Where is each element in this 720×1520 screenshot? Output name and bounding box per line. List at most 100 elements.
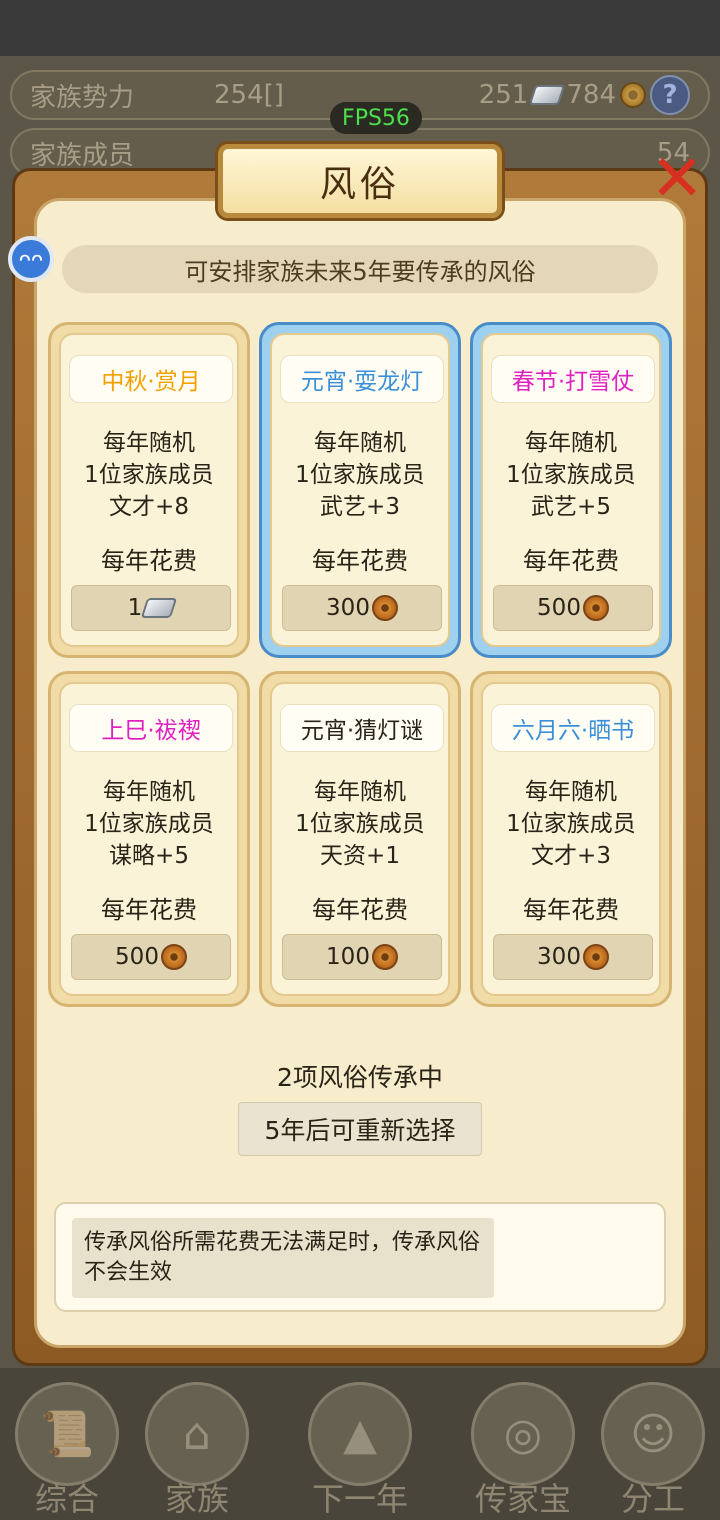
note-text: 传承风俗所需花费无法满足时，传承风俗不会生效 [72,1218,494,1298]
cost-label: 每年花费 [523,896,619,924]
custom-card[interactable]: 中秋·赏月每年随机 1位家族成员 文才+8 每年花费 1 [48,322,250,658]
cost-value: 500 [115,944,159,970]
cost-label: 每年花费 [101,896,197,924]
status-bar [0,0,720,56]
custom-effect-line: 每年随机 [525,779,617,805]
custom-effect: 每年随机 1位家族成员 文才+3 [483,776,659,872]
custom-effect: 每年随机 1位家族成员 文才+8 [61,427,237,523]
nav-label: 综合 [34,1480,99,1518]
custom-card-body: 元宵·猜灯谜每年随机 1位家族成员 天资+1 每年花费 100 [270,682,450,996]
copper-coin-icon [160,944,187,970]
custom-effect-line: 1位家族成员 [84,462,214,488]
cost-box: 300 [493,934,653,980]
custom-effect-line: 1位家族成员 [506,811,636,837]
cost-label: 每年花费 [312,547,408,575]
custom-card-body: 六月六·晒书每年随机 1位家族成员 文才+3 每年花费 300 [481,682,661,996]
nav-label: 传家宝 [474,1480,571,1518]
nav-item-heirloom[interactable]: ◎ 传家宝 [458,1368,588,1520]
copper-coin-icon [582,595,609,621]
cost-box: 500 [71,934,231,980]
silver-ingot-icon [141,598,178,618]
cost-label: 每年花费 [101,547,197,575]
cost-box: 300 [282,585,442,631]
custom-effect-bonus: 武艺+3 [320,494,400,520]
family-members-label: 家族成员 [30,140,135,171]
custom-effect-line: 每年随机 [103,430,195,456]
cost-value: 300 [537,944,581,970]
cost-label: 每年花费 [523,547,619,575]
custom-effect-line: 每年随机 [314,779,406,805]
cost-box: 500 [493,585,653,631]
nav-label: 家族 [164,1480,229,1518]
family-power-label: 家族势力 [30,82,135,113]
cost-value: 100 [326,944,370,970]
custom-card-body: 春节·打雪仗每年随机 1位家族成员 武艺+5 每年花费 500 [481,333,661,647]
house-icon: ⌂ [145,1382,249,1486]
help-icon[interactable]: ? [650,75,690,115]
note-box: 传承风俗所需花费无法满足时，传承风俗不会生效 [54,1202,666,1312]
custom-effect-line: 1位家族成员 [295,811,425,837]
copper-coin-icon [582,944,609,970]
cost-value: 1 [127,595,143,621]
nav-item-next-year[interactable]: ▲ 下一年 [295,1368,425,1520]
people-icon: ☺ [601,1382,705,1486]
family-power-tag-end: ] [273,80,284,110]
dialog-title: 风俗 [218,144,502,218]
fps-counter: FPS56 [330,102,422,134]
custom-name: 中秋·赏月 [69,355,233,403]
copper-coin-icon [620,82,646,108]
custom-effect-line: 每年随机 [103,779,195,805]
custom-effect-bonus: 文才+8 [109,494,189,520]
dialog-subtitle: 可安排家族未来5年要传承的风俗 [62,245,658,293]
nav-item-overview[interactable]: 📜 综合 [2,1368,132,1520]
custom-card-body: 元宵·耍龙灯每年随机 1位家族成员 武艺+3 每年花费 300 [270,333,450,647]
custom-effect-line: 1位家族成员 [295,462,425,488]
custom-effect-line: 1位家族成员 [84,811,214,837]
nav-item-division[interactable]: ☺ 分工 [588,1368,718,1520]
chat-bubble-icon[interactable]: ᴖᴖ [8,236,54,282]
custom-card[interactable]: 上巳·祓禊每年随机 1位家族成员 谋略+5 每年花费 500 [48,671,250,1007]
silver-amount: 251 [478,80,529,110]
inheritance-status: 2项风俗传承中 [277,1063,443,1092]
custom-effect-bonus: 谋略+5 [109,843,189,869]
copper-amount: 784 [566,80,616,110]
cost-box: 100 [282,934,442,980]
custom-card[interactable]: 春节·打雪仗每年随机 1位家族成员 武艺+5 每年花费 500 [470,322,672,658]
custom-effect: 每年随机 1位家族成员 武艺+3 [272,427,448,523]
cost-box: 1 [71,585,231,631]
cost-value: 300 [326,595,370,621]
scroll-icon: 📜 [15,1382,119,1486]
custom-card[interactable]: 元宵·猜灯谜每年随机 1位家族成员 天资+1 每年花费 100 [259,671,461,1007]
nav-label: 分工 [620,1480,685,1518]
nav-label: 下一年 [311,1480,408,1518]
family-power-value: 254[ [214,80,274,110]
custom-effect-line: 每年随机 [314,430,406,456]
custom-card[interactable]: 六月六·晒书每年随机 1位家族成员 文才+3 每年花费 300 [470,671,672,1007]
custom-name: 上巳·祓禊 [69,704,233,752]
custom-name: 春节·打雪仗 [491,355,655,403]
close-button[interactable]: ✕ [640,142,714,216]
custom-name: 六月六·晒书 [491,704,655,752]
custom-effect-bonus: 天资+1 [320,843,400,869]
nav-item-family[interactable]: ⌂ 家族 [132,1368,262,1520]
cost-value: 500 [537,595,581,621]
silver-ingot-icon [529,85,566,105]
custom-card[interactable]: 元宵·耍龙灯每年随机 1位家族成员 武艺+3 每年花费 300 [259,322,461,658]
custom-effect-line: 1位家族成员 [506,462,636,488]
custom-card-body: 上巳·祓禊每年随机 1位家族成员 谋略+5 每年花费 500 [59,682,239,996]
custom-effect: 每年随机 1位家族成员 武艺+5 [483,427,659,523]
bottom-nav: 📜 综合 ⌂ 家族 ▲ 下一年 ◎ 传家宝 ☺ 分工 [0,1368,720,1520]
custom-effect: 每年随机 1位家族成员 谋略+5 [61,776,237,872]
custom-effect-bonus: 文才+3 [531,843,611,869]
custom-effect-bonus: 武艺+5 [531,494,611,520]
cost-label: 每年花费 [312,896,408,924]
reselect-button[interactable]: 5年后可重新选择 [238,1102,482,1156]
custom-effect: 每年随机 1位家族成员 天资+1 [272,776,448,872]
custom-card-body: 中秋·赏月每年随机 1位家族成员 文才+8 每年花费 1 [59,333,239,647]
treasure-icon: ◎ [471,1382,575,1486]
custom-effect-line: 每年随机 [525,430,617,456]
custom-name: 元宵·猜灯谜 [280,704,444,752]
mountain-icon: ▲ [308,1382,412,1486]
custom-name: 元宵·耍龙灯 [280,355,444,403]
copper-coin-icon [371,595,398,621]
